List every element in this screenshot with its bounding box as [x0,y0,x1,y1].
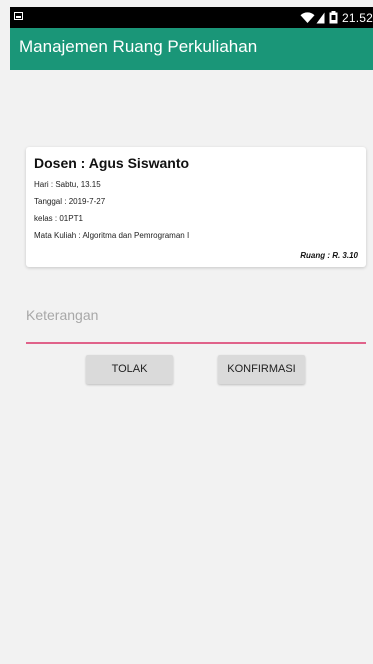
input-underline [26,342,366,344]
wifi-icon [300,11,315,23]
class-code: kelas : 01PT1 [34,214,83,223]
room: Ruang : R. 3.10 [300,251,358,260]
status-bar: 21.52 [10,7,373,28]
keterangan-field [26,296,366,344]
reject-button[interactable]: TOLAK [86,355,173,384]
confirm-button[interactable]: KONFIRMASI [218,355,305,384]
course-name: Mata Kuliah : Algoritma dan Pemrograman … [34,231,190,240]
date: Tanggal : 2019-7-27 [34,197,106,206]
app-title: Manajemen Ruang Perkuliahan [19,37,258,56]
status-time: 21.52 [341,10,373,25]
lecturer-name: Dosen : Agus Siswanto [34,155,190,171]
battery-icon [329,11,338,24]
status-icons: 21.52 [300,9,373,26]
keterangan-input[interactable] [26,304,366,326]
app-bar: Manajemen Ruang Perkuliahan [10,28,373,70]
signal-icon [316,12,325,23]
notification-icon [14,12,23,20]
day-time: Hari : Sabtu, 13.15 [34,180,101,189]
schedule-card: Dosen : Agus Siswanto Hari : Sabtu, 13.1… [26,147,366,267]
